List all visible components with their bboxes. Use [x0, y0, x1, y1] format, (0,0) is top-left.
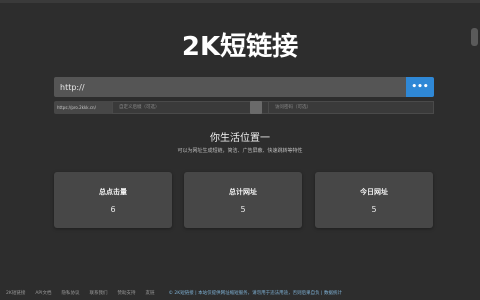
stat-value: 5	[371, 205, 377, 214]
intro-title: 你生活位置一	[210, 133, 270, 144]
shorten-button-label: •••	[411, 82, 429, 92]
password-input[interactable]: 访问密码（可选）	[268, 101, 434, 114]
top-bar	[0, 0, 480, 3]
intro-subtitle: 可以为网址生成短链，简洁、广告屏蔽、快速跳转等特性	[177, 148, 303, 154]
footer-link-friends[interactable]: 友链	[145, 290, 154, 296]
stat-label: 总计网址	[229, 188, 257, 196]
options-row: https://pro.2kkk.cn/ 自定义后缀（可选） 访问密码（可选）	[54, 101, 434, 114]
stat-card-total-clicks: 总点击量 6	[54, 172, 172, 228]
footer-link-donate[interactable]: 赞助支持	[117, 290, 135, 296]
stat-card-today-urls: 今日网址 5	[315, 172, 433, 228]
shorten-button[interactable]: •••	[406, 77, 434, 97]
stat-label: 总点击量	[99, 188, 127, 196]
url-form: •••	[54, 77, 434, 97]
domain-select[interactable]: https://pro.2kkk.cn/	[54, 101, 112, 114]
stat-value: 5	[240, 205, 246, 214]
footer-link-contact[interactable]: 联系我们	[89, 290, 107, 296]
stat-card-total-urls: 总计网址 5	[184, 172, 302, 228]
footer-link-home[interactable]: 2K短链接	[6, 290, 25, 296]
url-input[interactable]	[54, 77, 406, 97]
alias-input[interactable]: 自定义后缀（可选）	[112, 101, 292, 114]
footer-notice: © 2K短链接 | 本站仅提供网址缩短服务，请勿用于违法用途，否则后果自负 | …	[168, 290, 342, 296]
stat-label: 今日网址	[360, 188, 388, 196]
footer-link-privacy[interactable]: 隐私协议	[61, 290, 79, 296]
footer-link-api[interactable]: API文档	[35, 290, 51, 296]
footer: 2K短链接 API文档 隐私协议 联系我们 赞助支持 友链 © 2K短链接 | …	[0, 285, 480, 300]
stat-value: 6	[110, 205, 116, 214]
page-title: 2K短链接	[181, 32, 299, 62]
password-toggle[interactable]	[250, 101, 262, 114]
